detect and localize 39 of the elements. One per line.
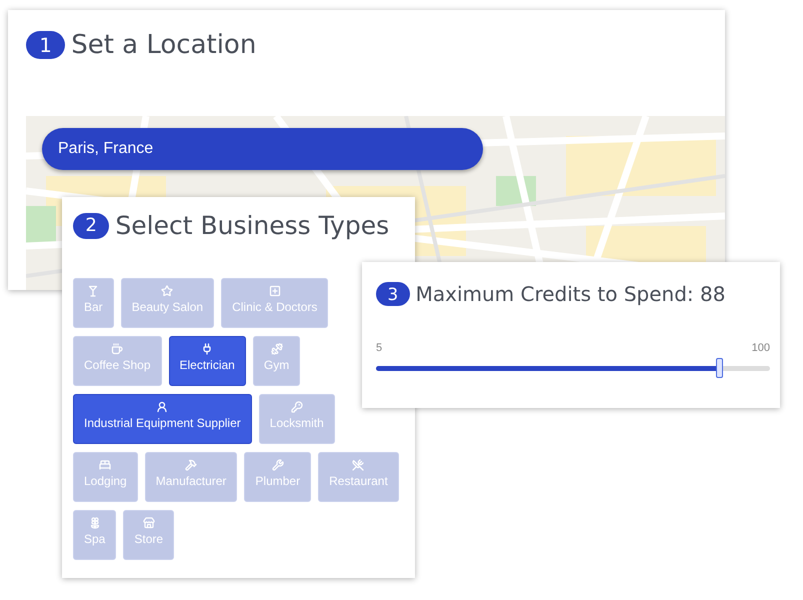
step-badge: 1 [26, 31, 66, 59]
business-type-button[interactable]: Locksmith [258, 394, 335, 444]
wrench-icon [272, 459, 284, 471]
step-badge: 2 [73, 212, 110, 238]
step-badge: 3 [376, 282, 410, 306]
bed-icon [99, 459, 112, 471]
business-type-button[interactable]: Beauty Salon [120, 278, 214, 328]
plug-icon [201, 343, 214, 355]
slider-min-label: 5 [376, 342, 382, 354]
card-title: Set a Location [71, 30, 256, 60]
card-title: Select Business Types [115, 211, 390, 240]
slider-max-label: 100 [752, 342, 770, 354]
business-type-button[interactable]: Coffee Shop [73, 336, 162, 386]
business-type-button[interactable]: Electrician [168, 336, 246, 386]
key-icon [290, 401, 303, 413]
business-type-button[interactable]: Gym [252, 336, 300, 386]
flower-icon [88, 517, 101, 529]
hammer-icon [185, 459, 198, 471]
business-type-button[interactable]: Restaurant [318, 452, 399, 502]
credits-slider[interactable] [376, 358, 770, 378]
plus-icon [268, 285, 281, 297]
dumbbell-icon [270, 343, 283, 355]
star-icon [161, 285, 174, 297]
location-field[interactable]: Paris, France [42, 128, 483, 170]
card-title: Maximum Credits to Spend: 88 [416, 282, 726, 306]
coffee-icon [111, 343, 124, 355]
store-icon [142, 517, 155, 529]
business-type-button[interactable]: Bar [73, 278, 114, 328]
business-type-button[interactable]: Industrial Equipment Supplier [73, 394, 252, 444]
business-type-button[interactable]: Clinic & Doctors [221, 278, 328, 328]
cocktail-icon [87, 285, 100, 297]
business-type-button[interactable]: Spa [73, 510, 116, 560]
business-type-button[interactable]: Lodging [73, 452, 138, 502]
person-icon [156, 401, 168, 413]
business-type-button[interactable]: Plumber [244, 452, 312, 502]
utensils-icon [352, 459, 364, 471]
business-type-button[interactable]: Manufacturer [144, 452, 238, 502]
slider-thumb[interactable] [716, 358, 723, 378]
business-type-button[interactable]: Store [123, 510, 174, 560]
